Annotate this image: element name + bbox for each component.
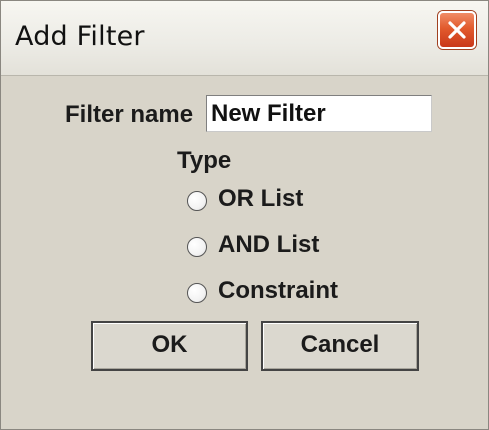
cancel-button[interactable]: Cancel — [261, 321, 419, 371]
filter-name-input[interactable] — [206, 95, 432, 132]
close-button[interactable] — [438, 11, 476, 49]
radio-label-constraint: Constraint — [218, 277, 338, 304]
radio-label-and-list: AND List — [218, 231, 320, 258]
radio-button-icon[interactable] — [187, 237, 207, 257]
dialog-title: Add Filter — [15, 21, 145, 52]
radio-button-icon[interactable] — [187, 191, 207, 211]
add-filter-dialog: Add Filter Filter name Type OR List AND … — [0, 0, 489, 430]
type-label: Type — [177, 147, 232, 174]
filter-name-label: Filter name — [65, 101, 194, 128]
radio-label-or-list: OR List — [218, 185, 304, 212]
ok-button[interactable]: OK — [91, 321, 248, 371]
title-bar[interactable]: Add Filter — [1, 1, 488, 76]
radio-button-icon[interactable] — [187, 283, 207, 303]
close-x-icon — [448, 21, 466, 39]
